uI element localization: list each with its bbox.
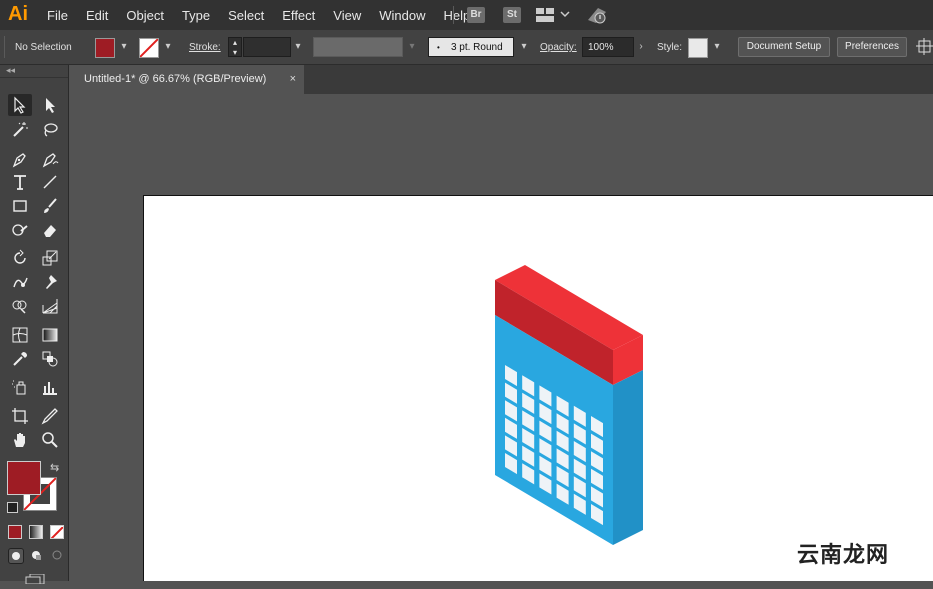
watermark-text: 云南龙网	[797, 543, 890, 568]
calendar-illustration[interactable]	[0, 0, 933, 581]
calendar-body-side	[613, 370, 643, 545]
